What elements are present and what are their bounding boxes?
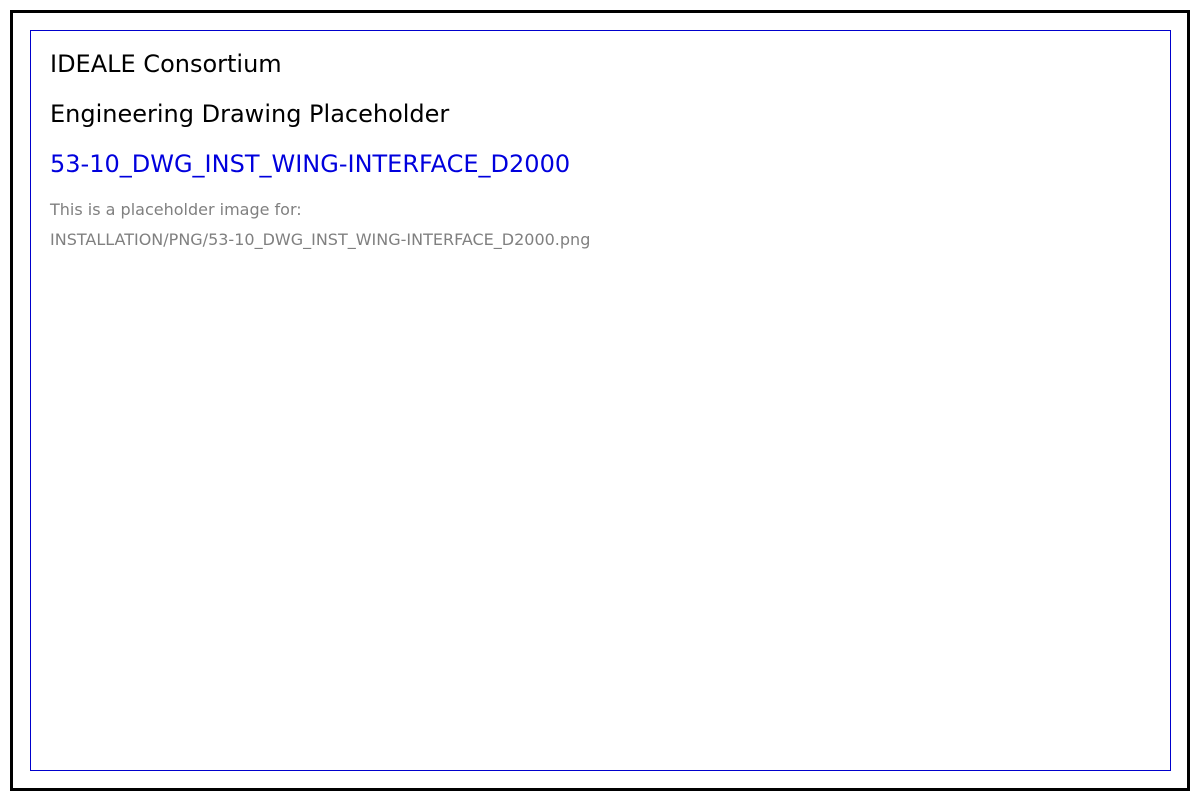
drawing-id: 53-10_DWG_INST_WING-INTERFACE_D2000 bbox=[50, 150, 571, 178]
organization-name: IDEALE Consortium bbox=[50, 50, 282, 78]
placeholder-page: IDEALE Consortium Engineering Drawing Pl… bbox=[0, 0, 1200, 800]
placeholder-note: This is a placeholder image for: bbox=[50, 200, 302, 219]
drawing-heading: Engineering Drawing Placeholder bbox=[50, 100, 450, 128]
file-path: INSTALLATION/PNG/53-10_DWG_INST_WING-INT… bbox=[50, 230, 591, 249]
inner-frame bbox=[30, 30, 1171, 771]
